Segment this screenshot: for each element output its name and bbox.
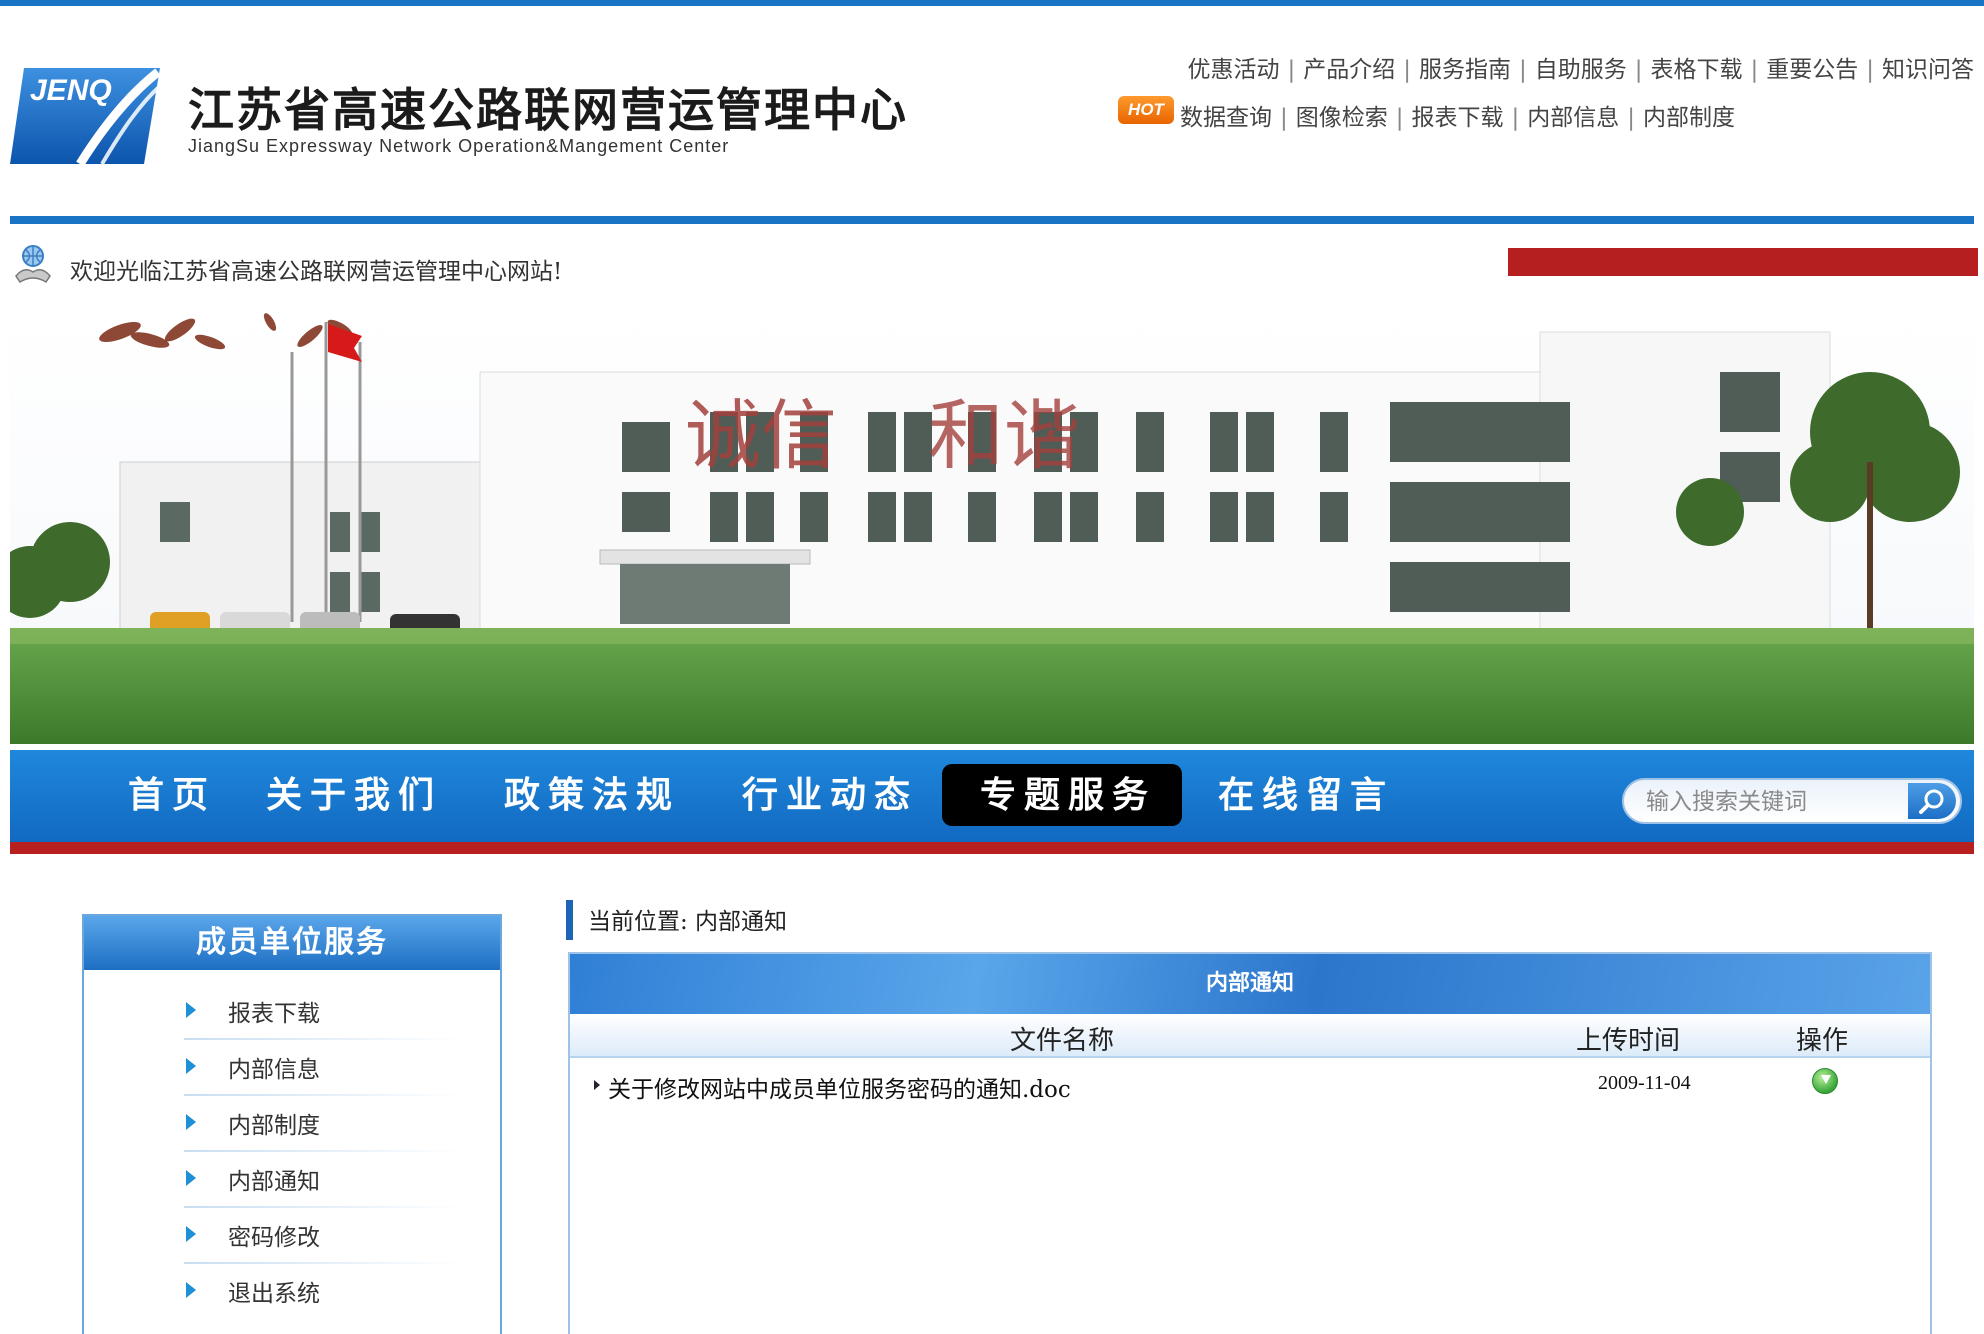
top-link-promotions[interactable]: 优惠活动	[1188, 57, 1280, 83]
sidebar-item-label: 内部通知	[228, 1169, 320, 1195]
search-box	[1622, 778, 1962, 824]
arrow-right-icon	[186, 1002, 196, 1018]
redacted-block	[1508, 248, 1978, 276]
notice-panel: 内部通知 文件名称 上传时间 操作 关于修改网站中成员单位服务密码的通知.doc…	[568, 952, 1932, 1334]
download-icon[interactable]	[1812, 1068, 1838, 1094]
header-divider	[10, 216, 1974, 224]
sidebar-item-label: 内部信息	[228, 1057, 320, 1083]
nav-special-services[interactable]: 专题服务	[980, 750, 1156, 842]
top-link-announcements[interactable]: 重要公告	[1766, 57, 1858, 83]
hero-banner: 诚信 和谐	[10, 312, 1974, 744]
sidebar: 成员单位服务 报表下载 内部信息 内部制度 内部通知 密码修改 退出系统	[82, 914, 502, 1334]
top-links-row-2: 数据查询 | 图像检索 | 报表下载 | 内部信息 | 内部制度	[1180, 105, 1735, 131]
panel-title: 内部通知	[1205, 971, 1294, 996]
top-links-row-1: 优惠活动 | 产品介绍 | 服务指南 | 自助服务 | 表格下载 | 重要公告 | 知识问答	[1187, 57, 1975, 83]
top-link-faq[interactable]: 知识问答	[1882, 57, 1974, 83]
sidebar-item-internal-rules[interactable]: 内部制度	[184, 1096, 464, 1152]
top-link-self-service[interactable]: 自助服务	[1535, 57, 1627, 83]
top-link-data-query[interactable]: 数据查询	[1180, 105, 1272, 131]
sidebar-item-internal-notice[interactable]: 内部通知	[184, 1152, 464, 1208]
search-input[interactable]	[1646, 786, 1896, 818]
sidebar-item-change-password[interactable]: 密码修改	[184, 1208, 464, 1264]
arrow-right-icon	[186, 1114, 196, 1130]
top-blue-rule	[0, 0, 1984, 6]
sidebar-item-logout[interactable]: 退出系统	[184, 1264, 464, 1320]
table-header: 文件名称 上传时间 操作	[570, 1014, 1930, 1058]
bullet-icon	[594, 1080, 600, 1090]
banner-slogan-right: 和谐	[928, 391, 1080, 480]
search-button[interactable]	[1908, 783, 1956, 819]
jeno-logo[interactable]: JENQ	[10, 64, 162, 168]
top-link-report-download[interactable]: 报表下载	[1412, 105, 1504, 131]
nav-policy[interactable]: 政策法规	[504, 750, 680, 842]
top-link-image-search[interactable]: 图像检索	[1296, 105, 1388, 131]
site-title: 江苏省高速公路联网营运管理中心	[188, 83, 908, 137]
arrow-right-icon	[186, 1058, 196, 1074]
upload-date: 2009-11-04	[1598, 1072, 1691, 1094]
nav-about-us[interactable]: 关于我们	[266, 750, 442, 842]
welcome-message: 欢迎光临江苏省高速公路联网营运管理中心网站!	[70, 259, 563, 285]
file-name-link[interactable]: 关于修改网站中成员单位服务密码的通知.doc	[608, 1070, 1071, 1104]
table-row: 关于修改网站中成员单位服务密码的通知.doc 2009-11-04	[570, 1060, 1930, 1108]
banner-slogan-left: 诚信	[685, 391, 837, 480]
magnifier-icon	[1919, 789, 1944, 814]
sidebar-title: 成员单位服务	[196, 925, 388, 960]
top-link-products[interactable]: 产品介绍	[1303, 57, 1395, 83]
nav-industry-news[interactable]: 行业动态	[742, 750, 918, 842]
top-link-internal-info[interactable]: 内部信息	[1527, 105, 1619, 131]
sidebar-item-label: 内部制度	[228, 1113, 320, 1139]
breadcrumb-marker	[566, 900, 573, 940]
top-link-internal-rules[interactable]: 内部制度	[1643, 105, 1735, 131]
nav-home[interactable]: 首页	[128, 750, 216, 842]
hot-badge: HOT	[1118, 96, 1174, 124]
top-link-form-download[interactable]: 表格下载	[1651, 57, 1743, 83]
nav-online-message[interactable]: 在线留言	[1218, 750, 1394, 842]
arrow-right-icon	[186, 1226, 196, 1242]
sidebar-item-label: 密码修改	[228, 1225, 320, 1251]
site-subtitle: JiangSu Expressway Network Operation&Man…	[188, 136, 730, 156]
column-header-action: 操作	[1796, 1026, 1849, 1056]
nav-red-rule	[10, 842, 1974, 854]
breadcrumb: 当前位置: 内部通知	[588, 909, 788, 935]
sidebar-item-report-download[interactable]: 报表下载	[184, 984, 464, 1040]
handshake-globe-icon	[15, 245, 51, 284]
column-header-upload-time: 上传时间	[1576, 1026, 1681, 1056]
arrow-right-icon	[186, 1170, 196, 1186]
sidebar-item-internal-info[interactable]: 内部信息	[184, 1040, 464, 1096]
column-header-filename: 文件名称	[1010, 1026, 1115, 1056]
logo-text: JENQ	[30, 74, 112, 107]
arrow-right-icon	[186, 1282, 196, 1298]
top-link-service-guide[interactable]: 服务指南	[1419, 57, 1511, 83]
sidebar-item-label: 报表下载	[228, 1001, 320, 1027]
sidebar-item-label: 退出系统	[228, 1281, 320, 1307]
